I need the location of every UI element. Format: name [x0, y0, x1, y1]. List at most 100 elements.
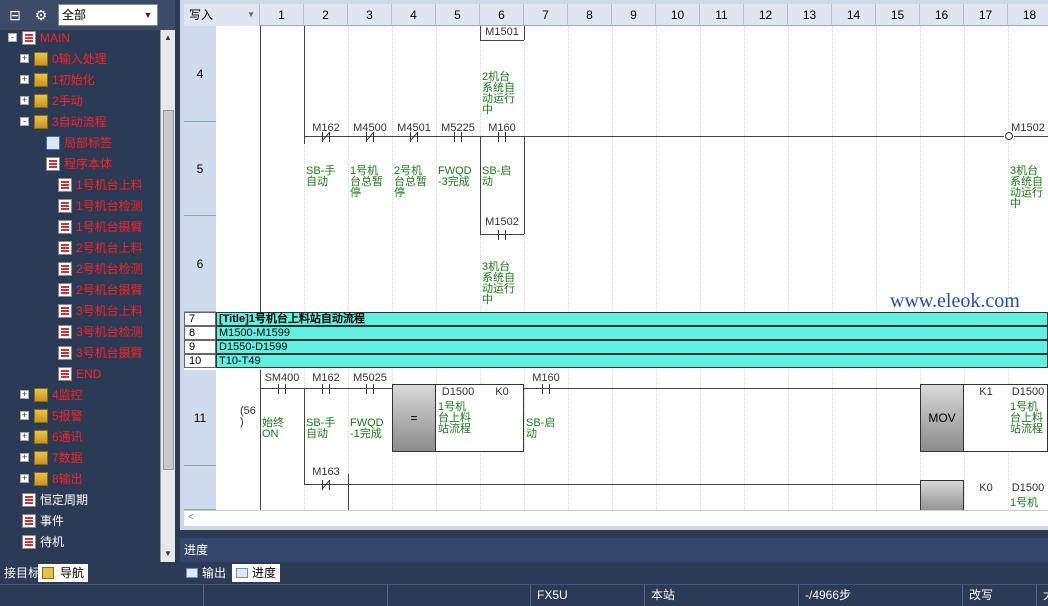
device-m163[interactable]: M163: [304, 466, 348, 478]
mov-instruction-2[interactable]: [920, 480, 964, 510]
scroll-up-icon[interactable]: ▲: [161, 30, 175, 45]
tree-item[interactable]: END: [0, 364, 160, 384]
collapse-icon[interactable]: -: [20, 117, 29, 126]
column-header-2[interactable]: 2: [304, 4, 348, 26]
column-header-13[interactable]: 13: [788, 4, 832, 26]
tree-item[interactable]: 待机: [0, 532, 160, 552]
expand-icon[interactable]: +: [20, 453, 29, 462]
operand-k0[interactable]: K0: [480, 386, 524, 398]
device-sm400[interactable]: SM400: [260, 372, 304, 384]
scroll-left-icon[interactable]: <: [188, 512, 194, 523]
column-header-12[interactable]: 12: [744, 4, 788, 26]
row-header-7[interactable]: 7: [184, 312, 216, 326]
column-header-16[interactable]: 16: [920, 4, 964, 26]
tree-item[interactable]: 3号机台上料: [0, 301, 160, 321]
tree-item[interactable]: 局部标签: [0, 133, 160, 153]
operand-d1500-r12[interactable]: D1500: [1008, 482, 1048, 494]
no-contact-sm400[interactable]: [271, 384, 293, 394]
tree-item[interactable]: - 3自动流程: [0, 112, 160, 132]
device-m5025[interactable]: M5025: [348, 372, 392, 384]
column-header-11[interactable]: 11: [700, 4, 744, 26]
tree-item[interactable]: 事件: [0, 511, 160, 531]
tree-item[interactable]: 2号机台上料: [0, 238, 160, 258]
expand-icon[interactable]: +: [20, 390, 29, 399]
no-contact-m5025[interactable]: [359, 384, 381, 394]
mov-instruction[interactable]: MOV: [920, 384, 964, 452]
column-header-17[interactable]: 17: [964, 4, 1008, 26]
collapse-all-icon[interactable]: ⊟: [4, 4, 26, 26]
nc-contact-m163[interactable]: [315, 480, 337, 490]
tree-item[interactable]: 程序本体: [0, 154, 160, 174]
column-header-6[interactable]: 6: [480, 4, 524, 26]
operand-d1500[interactable]: D1500: [436, 386, 480, 398]
gear-icon[interactable]: ⚙: [30, 4, 52, 26]
row-header-8[interactable]: 8: [184, 326, 216, 340]
nc-contact-m4501[interactable]: [403, 132, 425, 142]
scroll-down-icon[interactable]: ▼: [161, 546, 175, 561]
pulse-contact-m160[interactable]: [535, 384, 557, 394]
column-header-5[interactable]: 5: [436, 4, 480, 26]
tree-item[interactable]: 3号机台检测: [0, 322, 160, 342]
nc-contact-m4500[interactable]: [359, 132, 381, 142]
tree-item[interactable]: 2号机台摄臂: [0, 280, 160, 300]
device-m160-r11[interactable]: M160: [524, 372, 568, 384]
row-header-12[interactable]: [184, 466, 216, 510]
expand-icon[interactable]: +: [20, 75, 29, 84]
expand-icon[interactable]: +: [20, 474, 29, 483]
tree-item[interactable]: 恒定周期: [0, 490, 160, 510]
column-header-18[interactable]: 18: [1008, 4, 1048, 26]
row-header-11[interactable]: 11: [184, 370, 216, 466]
row-header-6[interactable]: 6: [184, 216, 216, 312]
scope-select[interactable]: 全部 ▼: [58, 4, 158, 26]
horizontal-scrollbar[interactable]: <: [184, 510, 1048, 526]
device-m162-r11[interactable]: M162: [304, 372, 348, 384]
tree-item[interactable]: - MAIN: [0, 30, 160, 48]
range-comment-t[interactable]: T10-T49: [216, 354, 1048, 368]
column-header-15[interactable]: 15: [876, 4, 920, 26]
tree-item[interactable]: +0输入处理: [0, 49, 160, 69]
tree-item[interactable]: 3号机台摄臂: [0, 343, 160, 363]
tree-item[interactable]: 1号机台检测: [0, 196, 160, 216]
device-m1502-coil[interactable]: M1502: [1006, 122, 1048, 134]
tree-item[interactable]: +1初始化: [0, 70, 160, 90]
coil-m1502[interactable]: [1005, 132, 1013, 140]
column-header-9[interactable]: 9: [612, 4, 656, 26]
tree-item[interactable]: 1号机台上料: [0, 175, 160, 195]
tree-item[interactable]: +8输出: [0, 469, 160, 489]
chevron-down-icon[interactable]: ▼: [141, 7, 155, 23]
column-header-7[interactable]: 7: [524, 4, 568, 26]
expand-icon[interactable]: +: [20, 432, 29, 441]
range-comment-d[interactable]: D1550-D1599: [216, 340, 1048, 354]
device-m1502[interactable]: M1502: [480, 216, 524, 228]
pulse-contact-m160[interactable]: [491, 132, 513, 142]
collapse-icon[interactable]: -: [8, 33, 17, 42]
no-contact-m5225[interactable]: [447, 132, 469, 142]
row-header-5[interactable]: 5: [184, 122, 216, 216]
row-header-4[interactable]: 4: [184, 26, 216, 122]
tree-item[interactable]: +6通讯: [0, 427, 160, 447]
column-header-3[interactable]: 3: [348, 4, 392, 26]
tree-item[interactable]: 1号机台摄臂: [0, 217, 160, 237]
column-header-14[interactable]: 14: [832, 4, 876, 26]
tree-item[interactable]: +4监控: [0, 385, 160, 405]
operand-d1500-dst[interactable]: D1500: [1008, 386, 1048, 398]
tab-progress[interactable]: 进度: [232, 564, 281, 582]
ladder-editor[interactable]: 写入 ▼ 1 2 3 4 5 6 7 8 9 10 11 12 13 14 15 16 17 18 4 5 6 1…: [184, 4, 1048, 510]
row-header-9[interactable]: 9: [184, 340, 216, 354]
tab-output[interactable]: 输出: [182, 564, 230, 582]
tab-navigation[interactable]: 导航: [38, 564, 89, 582]
tree-item[interactable]: +2手动: [0, 91, 160, 111]
no-contact-m162[interactable]: [315, 384, 337, 394]
chevron-down-icon[interactable]: ▼: [247, 4, 255, 26]
title-comment[interactable]: [Title]1号机台上料站自动流程: [216, 312, 1048, 326]
nc-contact-m162[interactable]: [315, 132, 337, 142]
column-header-10[interactable]: 10: [656, 4, 700, 26]
expand-icon[interactable]: +: [20, 411, 29, 420]
scrollbar-thumb[interactable]: [163, 110, 174, 470]
column-header-4[interactable]: 4: [392, 4, 436, 26]
tree-scrollbar[interactable]: ▲ ▼: [160, 30, 175, 562]
operand-k0-r12[interactable]: K0: [964, 482, 1008, 494]
mode-select[interactable]: 写入 ▼: [184, 4, 260, 26]
expand-icon[interactable]: +: [20, 54, 29, 63]
no-contact-m1502[interactable]: [491, 230, 513, 240]
